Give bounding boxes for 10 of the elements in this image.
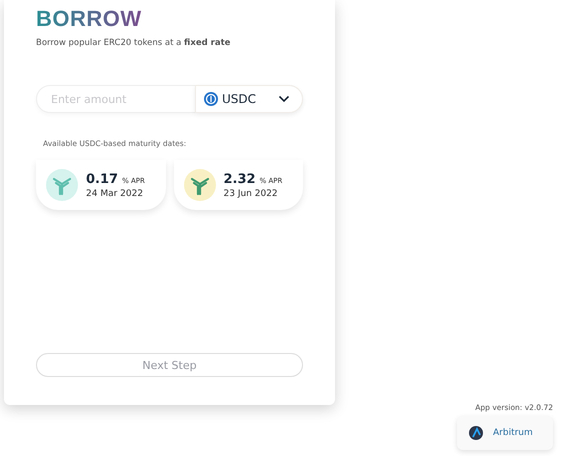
maturity-date: 23 Jun 2022	[224, 188, 278, 198]
subtitle: Borrow popular ERC20 tokens at a fixed rate	[36, 38, 232, 48]
rate-value: 0.17	[86, 172, 118, 186]
maturity-date: 24 Mar 2022	[86, 188, 144, 198]
network-icon	[469, 426, 483, 440]
coin-icon	[204, 92, 218, 106]
token-dropdown[interactable]: USDC	[195, 85, 303, 113]
network-button[interactable]: Arbitrum	[457, 416, 553, 450]
caret-icon	[278, 95, 290, 103]
rate-value: 2.32	[224, 172, 256, 186]
